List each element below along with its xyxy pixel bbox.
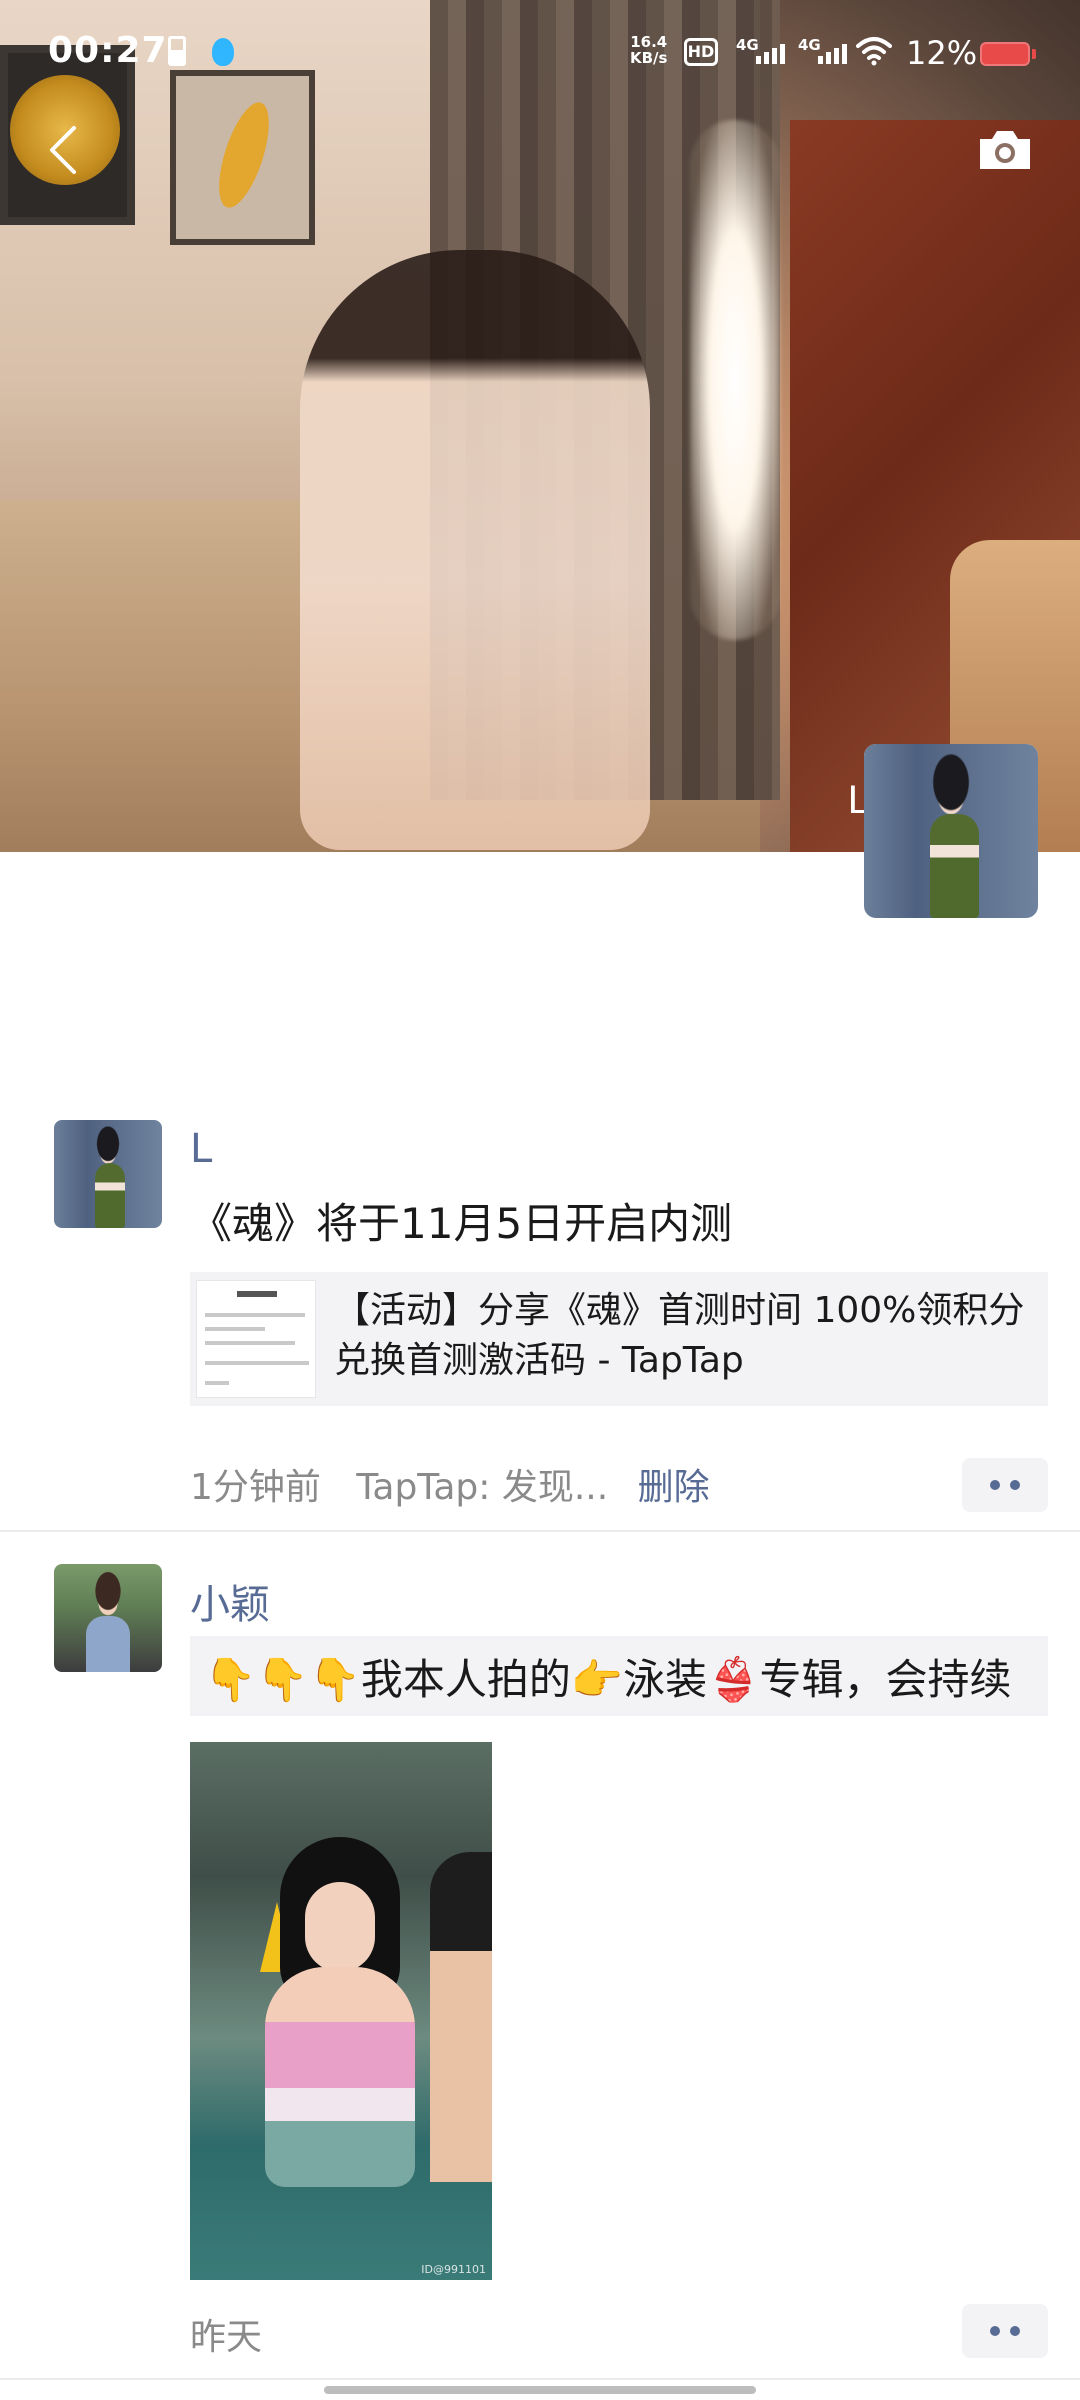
post-time: 1分钟前 xyxy=(190,1467,321,1508)
dot-icon xyxy=(1010,1480,1020,1490)
dot-icon xyxy=(990,2326,1000,2336)
owner-avatar[interactable] xyxy=(864,744,1038,918)
back-button[interactable] xyxy=(28,112,98,188)
camera-button[interactable] xyxy=(970,118,1040,182)
notification-drop-icon xyxy=(212,38,234,66)
cover-lamp xyxy=(690,120,780,640)
network-speed-value: 16.4 xyxy=(630,33,668,51)
post-image[interactable]: ID@991101 xyxy=(190,1742,492,2280)
sim2-signal-icon xyxy=(818,44,847,64)
shared-link-card[interactable]: 【活动】分享《魂》首测时间 100%领积分兑换首测激活码 - TapTap xyxy=(190,1272,1048,1406)
post-username[interactable]: 小颖 xyxy=(190,1572,270,1630)
chevron-left-icon xyxy=(50,126,76,174)
dot-icon xyxy=(1010,2326,1020,2336)
post-text: 《魂》将于11月5日开启内测 xyxy=(190,1199,733,1248)
post-more-button[interactable] xyxy=(962,1458,1048,1512)
shared-link-title: 【活动】分享《魂》首测时间 100%领积分兑换首测激活码 - TapTap xyxy=(334,1290,1025,1381)
owner-name[interactable]: L xyxy=(800,778,870,823)
post-username[interactable]: L xyxy=(190,1126,212,1172)
network-speed: 16.4 KB/s xyxy=(630,34,667,66)
image-person-side xyxy=(430,1852,492,2182)
cover-person xyxy=(300,250,650,850)
camera-icon xyxy=(980,131,1030,169)
post-avatar-image xyxy=(54,1120,162,1228)
status-bar: 00:27 16.4 KB/s HD 4G 4G 12% xyxy=(0,0,1080,112)
post-avatar-image xyxy=(54,1564,162,1672)
owner-avatar-image xyxy=(864,744,1038,918)
post-avatar[interactable] xyxy=(54,1564,162,1672)
cover-photo[interactable] xyxy=(0,0,1080,852)
wifi-icon xyxy=(856,37,892,66)
post-more-button[interactable] xyxy=(962,2304,1048,2358)
post-text: 👇👇👇我本人拍的👉泳装👙专辑，会持续 xyxy=(204,1655,1012,1704)
status-time: 00:27 xyxy=(48,30,168,71)
image-face xyxy=(305,1882,375,1972)
post-time: 昨天 xyxy=(190,2317,263,2358)
image-body xyxy=(265,1967,415,2187)
delete-button[interactable]: 删除 xyxy=(638,1467,710,1508)
network-speed-unit: KB/s xyxy=(630,49,668,67)
post-text-container: 👇👇👇我本人拍的👉泳装👙专辑，会持续 xyxy=(190,1636,1048,1716)
image-watermark: ID@991101 xyxy=(421,2263,486,2276)
post-source[interactable]: TapTap: 发现... xyxy=(356,1467,608,1508)
post-meta: 1分钟前 TapTap: 发现... 删除 xyxy=(190,1458,710,1510)
post-divider xyxy=(0,2378,1080,2380)
post-divider xyxy=(0,1530,1080,1532)
dot-icon xyxy=(990,1480,1000,1490)
shared-link-thumbnail xyxy=(196,1280,316,1398)
post-avatar[interactable] xyxy=(54,1120,162,1228)
sim1-signal-icon xyxy=(756,44,785,64)
battery-saver-icon xyxy=(168,36,186,66)
battery-percent: 12% xyxy=(906,34,978,72)
home-indicator[interactable] xyxy=(324,2386,756,2394)
hd-voice-icon: HD xyxy=(684,38,718,66)
battery-icon xyxy=(980,42,1036,66)
